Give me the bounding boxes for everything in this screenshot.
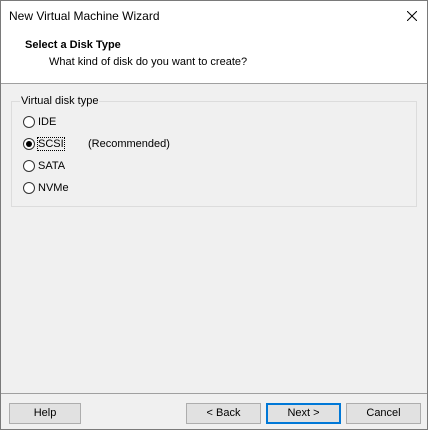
next-button[interactable]: Next >	[266, 403, 341, 424]
group-label: Virtual disk type	[20, 95, 100, 107]
radio-button-checked[interactable]	[23, 138, 35, 150]
page-subtitle: What kind of disk do you want to create?	[49, 56, 248, 68]
radio-button[interactable]	[23, 116, 35, 128]
radio-sata[interactable]: SATA	[23, 158, 65, 174]
wizard-header: Select a Disk Type What kind of disk do …	[1, 31, 427, 84]
radio-label-sata: SATA	[38, 160, 66, 172]
cancel-button[interactable]: Cancel	[346, 403, 421, 424]
back-button[interactable]: < Back	[186, 403, 261, 424]
radio-label-scsi: SCSI	[37, 137, 65, 151]
radio-label-ide: IDE	[38, 116, 57, 128]
radio-label-nvme: NVMe	[38, 182, 69, 194]
footer-divider	[1, 393, 427, 394]
radio-button[interactable]	[23, 160, 35, 172]
recommended-note: (Recommended)	[88, 138, 170, 150]
page-title: Select a Disk Type	[25, 39, 121, 51]
wizard-window: New Virtual Machine Wizard Select a Disk…	[0, 0, 428, 430]
radio-ide[interactable]: IDE	[23, 114, 56, 130]
radio-button[interactable]	[23, 182, 35, 194]
window-title: New Virtual Machine Wizard	[9, 9, 160, 23]
radio-nvme[interactable]: NVMe	[23, 180, 69, 196]
close-icon	[407, 11, 417, 21]
radio-scsi[interactable]: SCSI	[23, 136, 65, 152]
disk-type-group: Virtual disk type	[11, 95, 417, 207]
title-bar: New Virtual Machine Wizard	[1, 1, 427, 31]
close-button[interactable]	[397, 1, 427, 31]
help-button[interactable]: Help	[9, 403, 81, 424]
